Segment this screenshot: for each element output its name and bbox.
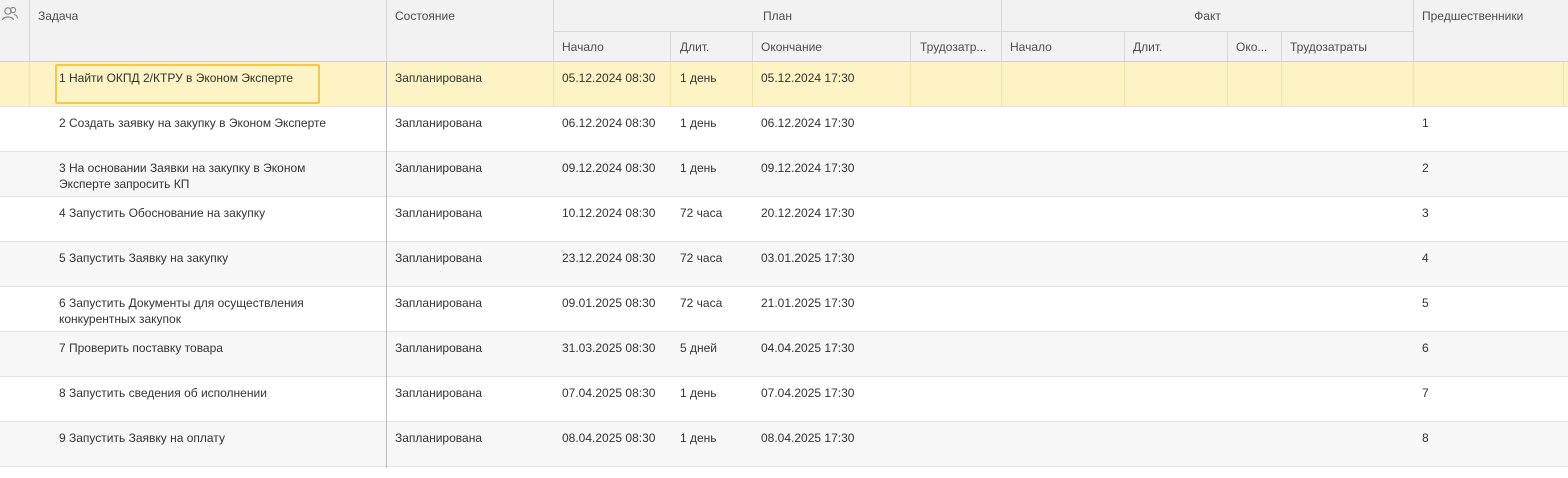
plan-start: 09.12.2024 08:30 (562, 161, 656, 175)
table-row[interactable]: 6 Запустить Документы для осуществления … (0, 287, 1568, 332)
plan-start: 07.04.2025 08:30 (562, 386, 656, 400)
task-name[interactable]: 5 Запустить Заявку на закупку (59, 250, 379, 266)
header-divider (670, 31, 671, 62)
plan-duration: 72 часа (680, 206, 723, 220)
predecessors: 7 (1422, 386, 1429, 400)
task-name[interactable]: 7 Проверить поставку товара (59, 340, 379, 356)
plan-end: 20.12.2024 17:30 (761, 206, 855, 220)
header-divider (1413, 0, 1414, 62)
task-state: Запланирована (395, 341, 482, 355)
plan-duration: 72 часа (680, 251, 723, 265)
plan-end: 09.12.2024 17:30 (761, 161, 855, 175)
table-row[interactable]: 1 Найти ОКПД 2/КТРУ в Эконом Эксперте За… (0, 62, 1568, 107)
task-name[interactable]: 3 На основании Заявки на закупку в Эконо… (59, 160, 359, 192)
plan-duration: 1 день (680, 116, 717, 130)
table-row[interactable]: 8 Запустить сведения об исполнении Запла… (0, 377, 1568, 422)
plan-start: 08.04.2025 08:30 (562, 431, 656, 445)
header-divider (1124, 31, 1125, 62)
cell-divider (1001, 62, 1002, 107)
plan-duration: 1 день (680, 431, 717, 445)
predecessors: 5 (1422, 296, 1429, 310)
cell-divider (1227, 62, 1228, 107)
plan-end: 06.12.2024 17:30 (761, 116, 855, 130)
table-row[interactable]: 9 Запустить Заявку на оплату Запланирова… (0, 422, 1568, 467)
column-header-task[interactable]: Задача (38, 9, 78, 23)
table-row[interactable]: 4 Запустить Обоснование на закупку Запла… (0, 197, 1568, 242)
plan-duration: 1 день (680, 161, 717, 175)
predecessors: 8 (1422, 431, 1429, 445)
header-divider (1227, 31, 1228, 62)
cell-divider (553, 62, 554, 107)
column-header-plan-start[interactable]: Начало (562, 40, 604, 54)
header-divider (553, 31, 1413, 32)
task-name[interactable]: 6 Запустить Документы для осуществления … (59, 295, 349, 327)
column-header-plan-duration[interactable]: Длит. (680, 40, 709, 54)
task-state: Запланирована (395, 71, 482, 85)
cell-divider (752, 62, 753, 107)
cell-divider (910, 62, 911, 107)
predecessors: 3 (1422, 206, 1429, 220)
cell-divider (1124, 62, 1125, 107)
table-header: Задача Состояние План Факт Предшественни… (0, 0, 1568, 62)
task-state: Запланирована (395, 431, 482, 445)
plan-start: 09.01.2025 08:30 (562, 296, 656, 310)
task-state: Запланирована (395, 251, 482, 265)
task-state: Запланирована (395, 116, 482, 130)
plan-duration: 72 часа (680, 296, 723, 310)
predecessors: 2 (1422, 161, 1429, 175)
task-name[interactable]: 4 Запустить Обоснование на закупку (59, 205, 379, 221)
plan-start: 05.12.2024 08:30 (562, 71, 656, 85)
plan-end: 21.01.2025 17:30 (761, 296, 855, 310)
plan-start: 31.03.2025 08:30 (562, 341, 656, 355)
column-group-plan: План (763, 9, 792, 23)
plan-duration: 1 день (680, 71, 717, 85)
task-state: Запланирована (395, 296, 482, 310)
column-header-plan-labor[interactable]: Трудозатр... (920, 40, 998, 54)
predecessors: 4 (1422, 251, 1429, 265)
column-header-predecessors[interactable]: Предшественники (1422, 9, 1523, 23)
plan-start: 10.12.2024 08:30 (562, 206, 656, 220)
users-icon[interactable] (1, 6, 19, 22)
task-state: Запланирована (395, 161, 482, 175)
column-header-fact-end[interactable]: Око... (1236, 40, 1278, 54)
plan-end: 07.04.2025 17:30 (761, 386, 855, 400)
cell-divider (29, 62, 30, 107)
table-row[interactable]: 5 Запустить Заявку на закупку Запланиров… (0, 242, 1568, 287)
column-header-fact-duration[interactable]: Длит. (1133, 40, 1162, 54)
column-group-fact: Факт (1194, 9, 1221, 23)
task-name[interactable]: 8 Запустить сведения об исполнении (59, 385, 379, 401)
plan-end: 08.04.2025 17:30 (761, 431, 855, 445)
cell-divider (1413, 62, 1414, 107)
cell-divider (670, 62, 671, 107)
header-divider (752, 31, 753, 62)
header-divider (386, 0, 387, 62)
plan-end: 03.01.2025 17:30 (761, 251, 855, 265)
table-row[interactable]: 2 Создать заявку на закупку в Эконом Экс… (0, 107, 1568, 152)
column-header-fact-start[interactable]: Начало (1010, 40, 1052, 54)
header-divider (1281, 31, 1282, 62)
table-row[interactable]: 7 Проверить поставку товара Запланирован… (0, 332, 1568, 377)
predecessors: 1 (1422, 116, 1429, 130)
plan-duration: 5 дней (680, 341, 718, 355)
column-separator[interactable] (386, 62, 387, 468)
task-name[interactable]: 1 Найти ОКПД 2/КТРУ в Эконом Эксперте (59, 70, 379, 86)
table-row[interactable]: 3 На основании Заявки на закупку в Эконо… (0, 152, 1568, 197)
predecessors: 6 (1422, 341, 1429, 355)
plan-end: 05.12.2024 17:30 (761, 71, 855, 85)
header-divider (29, 0, 30, 62)
cell-divider (1563, 62, 1564, 107)
column-header-fact-labor[interactable]: Трудозатраты (1290, 40, 1367, 54)
task-name[interactable]: 2 Создать заявку на закупку в Эконом Экс… (59, 115, 379, 131)
header-divider (910, 31, 911, 62)
plan-start: 06.12.2024 08:30 (562, 116, 656, 130)
column-header-plan-end[interactable]: Окончание (761, 40, 822, 54)
column-header-state[interactable]: Состояние (395, 9, 455, 23)
plan-duration: 1 день (680, 386, 717, 400)
task-state: Запланирована (395, 386, 482, 400)
cell-divider (1281, 62, 1282, 107)
plan-start: 23.12.2024 08:30 (562, 251, 656, 265)
task-name[interactable]: 9 Запустить Заявку на оплату (59, 430, 379, 446)
task-state: Запланирована (395, 206, 482, 220)
plan-end: 04.04.2025 17:30 (761, 341, 855, 355)
